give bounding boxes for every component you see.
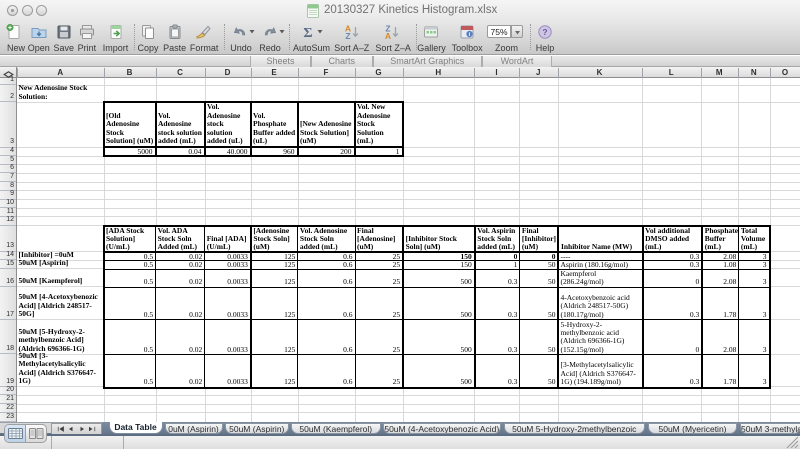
svg-text:A: A [385, 31, 391, 41]
svg-text:Z: Z [345, 31, 350, 41]
svg-text:Σ: Σ [303, 26, 312, 41]
svg-text:?: ? [542, 27, 547, 37]
